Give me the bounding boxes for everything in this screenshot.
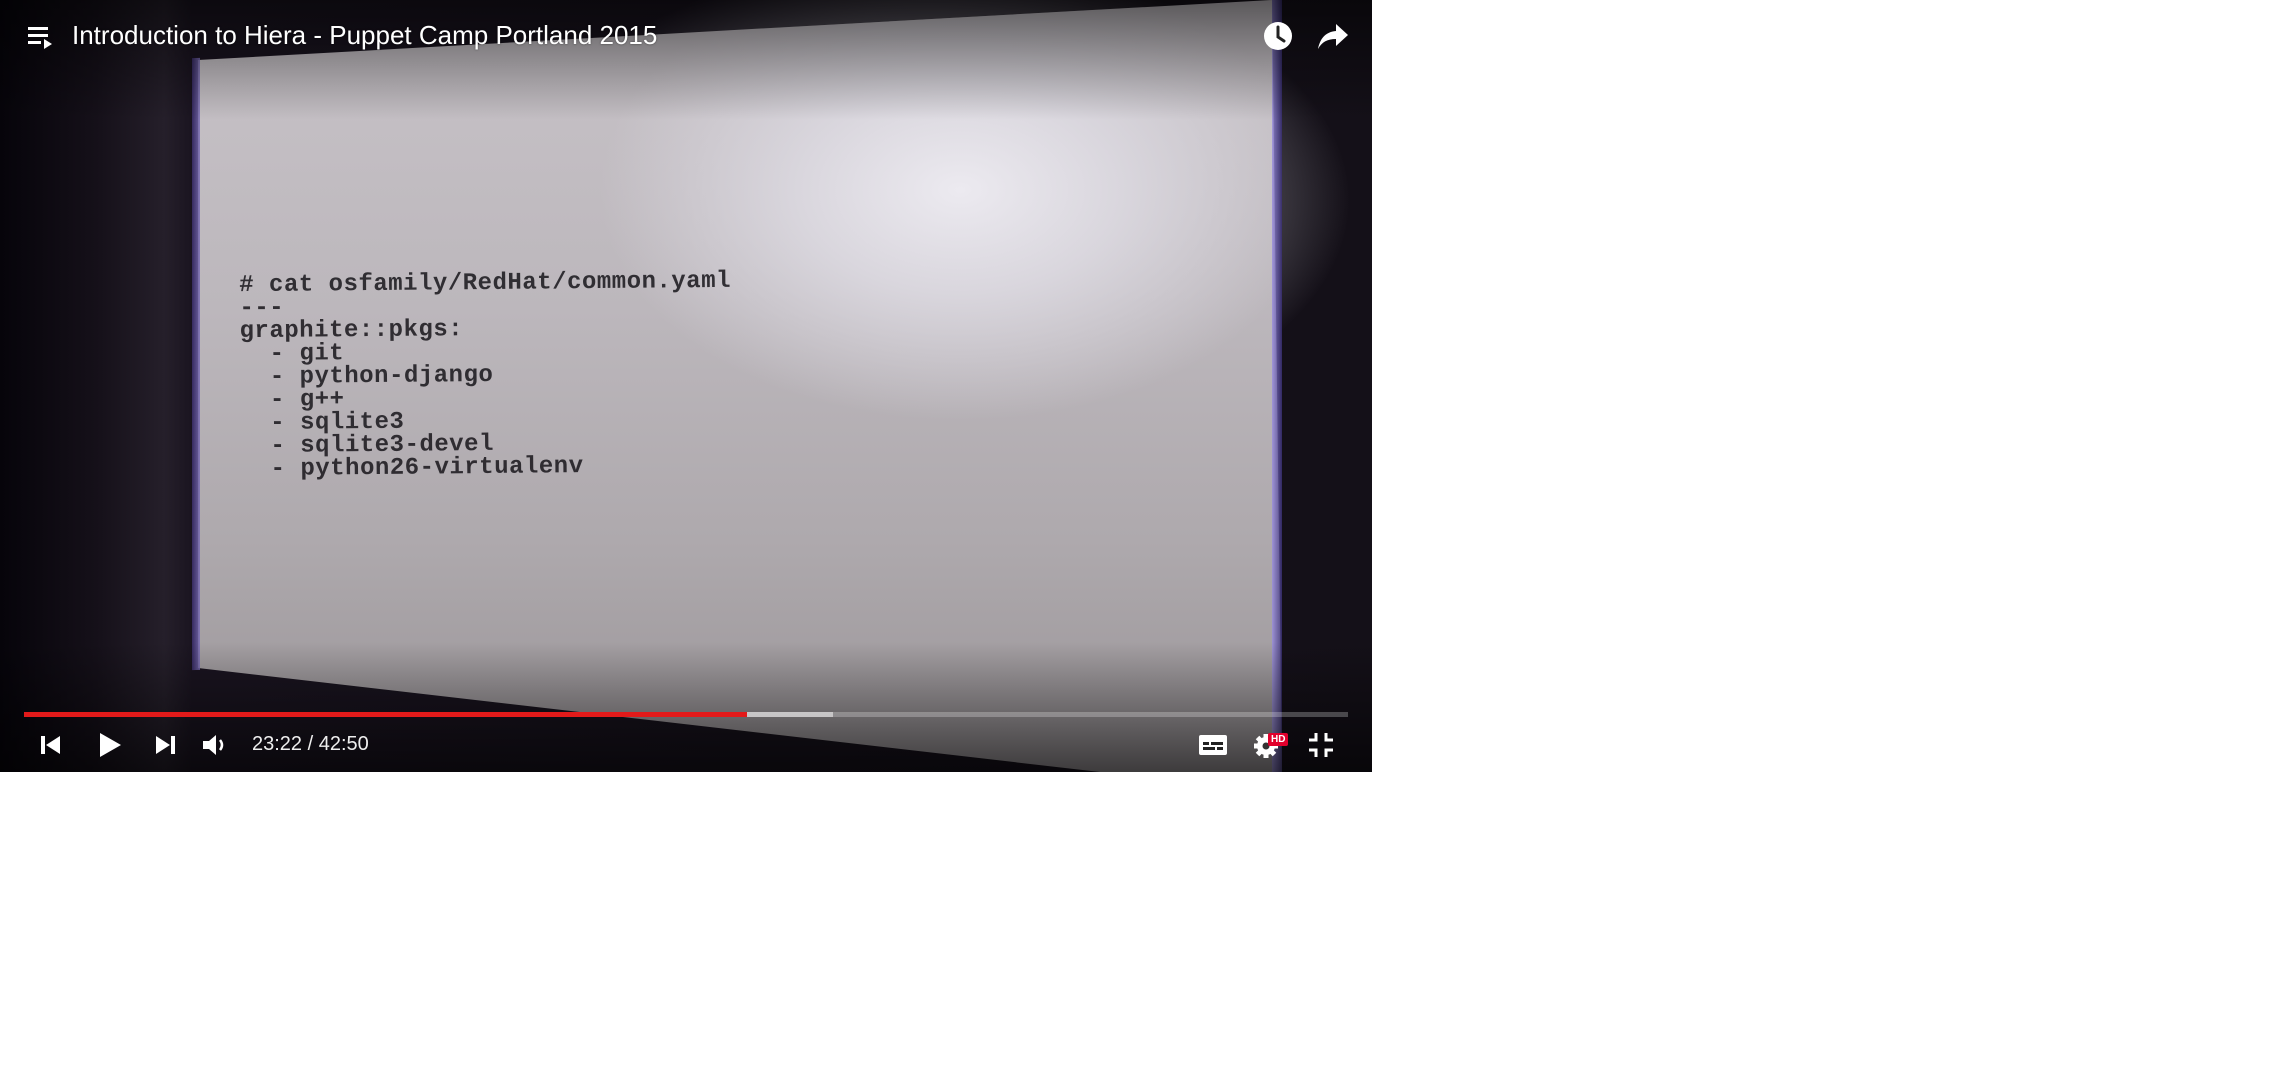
current-time: 23:22 [252, 733, 303, 755]
playlist-icon [28, 27, 52, 49]
previous-button[interactable] [38, 730, 64, 760]
exit-fullscreen-icon [1309, 733, 1333, 757]
clock-icon [1264, 22, 1292, 50]
skip-next-icon [156, 736, 175, 754]
time-separator: / [302, 733, 319, 755]
volume-button[interactable] [200, 730, 232, 760]
duration: 42:50 [318, 733, 369, 755]
skip-previous-icon [41, 736, 60, 754]
slide-code-text: # cat osfamily/RedHat/common.yaml --- gr… [239, 267, 732, 484]
top-gradient [0, 0, 1372, 120]
captions-icon [1199, 735, 1227, 755]
video-player[interactable]: # cat osfamily/RedHat/common.yaml --- gr… [0, 0, 1372, 772]
captions-button[interactable] [1198, 730, 1228, 760]
share-button[interactable] [1316, 20, 1350, 52]
volume-icon [203, 735, 224, 755]
time-display: 23:22 / 42:50 [252, 733, 369, 756]
play-button[interactable] [94, 730, 124, 760]
hd-quality-badge: HD [1268, 733, 1289, 746]
progress-bar[interactable] [24, 712, 1348, 717]
playlist-button[interactable] [26, 24, 56, 50]
progress-played [24, 712, 747, 717]
screen-edge-left [192, 57, 200, 671]
watch-later-button[interactable] [1262, 20, 1294, 52]
next-button[interactable] [152, 730, 178, 760]
video-title[interactable]: Introduction to Hiera - Puppet Camp Port… [72, 20, 657, 51]
play-icon [100, 733, 121, 757]
exit-fullscreen-button[interactable] [1307, 730, 1335, 760]
share-arrow-icon [1318, 24, 1348, 49]
